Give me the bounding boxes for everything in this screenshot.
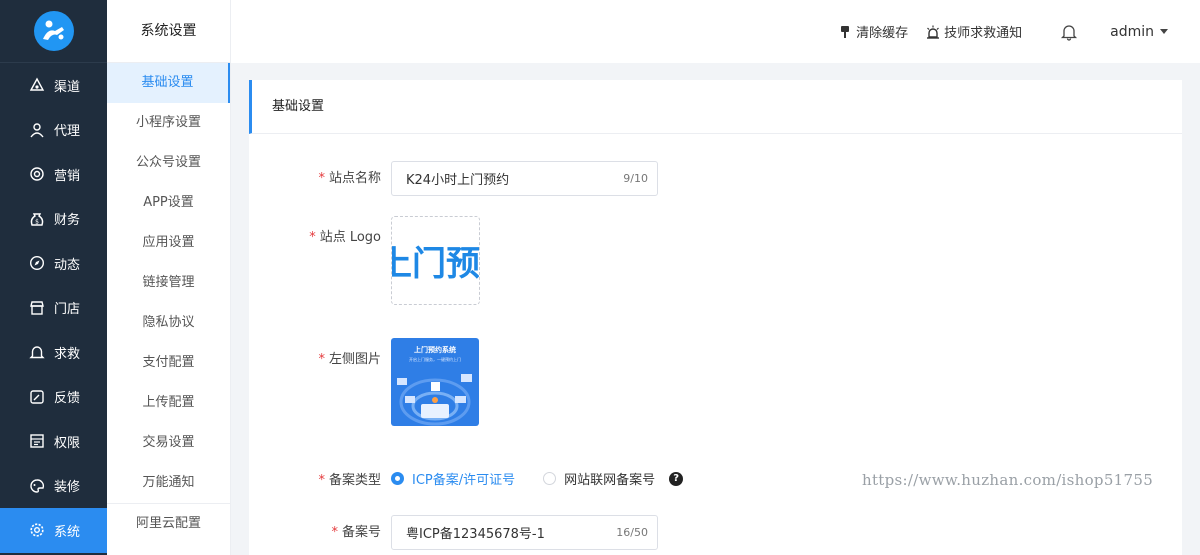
char-counter: 16/50 — [616, 526, 648, 539]
clear-cache-button[interactable]: 清除缓存 — [838, 22, 908, 41]
site-name-input[interactable]: K24小时上门预约 9/10 — [391, 161, 658, 196]
sidebar-item-label: 营销 — [54, 168, 81, 184]
subnav-item-8[interactable]: 上传配置 — [107, 383, 230, 423]
sidebar-item-8[interactable]: 权限 — [0, 419, 107, 464]
sidebar-item-label: 财务 — [54, 213, 81, 229]
alarm-icon — [926, 25, 940, 39]
sidebar-item-label: 求救 — [54, 346, 81, 362]
subnav-item-6[interactable]: 隐私协议 — [107, 303, 230, 343]
help-icon[interactable]: ? — [669, 471, 684, 486]
record-no-input[interactable]: 粤ICP备12345678号-1 16/50 — [391, 515, 658, 550]
record-type-row: * 备案类型 ICP备案/许可证号 网站联网备案号 ? — [249, 469, 684, 488]
subnav-title: 系统设置 — [107, 0, 230, 63]
subnav-item-3[interactable]: APP设置 — [107, 183, 230, 223]
sidebar-item-label: 装修 — [54, 480, 81, 496]
radio-icp[interactable]: ICP备案/许可证号 — [391, 469, 515, 488]
radio-dot — [391, 472, 404, 485]
logo-preview: 上门预 — [392, 217, 480, 304]
gear-icon — [28, 521, 46, 539]
bell-icon — [28, 343, 46, 361]
technician-alert-label: 技师求救通知 — [944, 26, 1023, 41]
chevron-down-icon — [1160, 29, 1168, 34]
permission-icon — [28, 432, 46, 450]
site-logo-row: *站点 Logo 上门预 — [249, 216, 480, 305]
sidebar-item-9[interactable]: 装修 — [0, 464, 107, 509]
store-icon — [28, 299, 46, 317]
technician-alert-button[interactable]: 技师求救通知 — [926, 22, 1022, 41]
subnav-item-10[interactable]: 万能通知 — [107, 463, 230, 503]
watermark-text: https://www.huzhan.com/ishop51755 — [862, 471, 1154, 489]
sidebar-item-label: 动态 — [54, 257, 81, 273]
char-counter: 9/10 — [623, 172, 648, 185]
logo-area — [0, 0, 107, 63]
sidebar-item-2[interactable]: 营销 — [0, 152, 107, 197]
sidebar-item-label: 代理 — [54, 124, 81, 140]
sidebar-item-label: 系统 — [54, 524, 81, 540]
left-image-preview[interactable]: 上门预约系统 开启上门服务，一键预约上门 — [391, 338, 479, 426]
image-subtitle: 开启上门服务，一键预约上门 — [409, 356, 461, 362]
card-title: 基础设置 — [249, 80, 1182, 134]
sidebar-item-0[interactable]: 渠道 — [0, 63, 107, 108]
radio-dot — [543, 472, 557, 485]
record-type-label: * 备案类型 — [318, 473, 381, 488]
subnav-item-2[interactable]: 公众号设置 — [107, 143, 230, 183]
compass-icon — [28, 254, 46, 272]
sidebar-item-5[interactable]: 门店 — [0, 286, 107, 331]
clear-cache-label: 清除缓存 — [856, 26, 909, 41]
username: admin — [1110, 23, 1154, 40]
sub-sidebar: 系统设置 基础设置 小程序设置 公众号设置 APP设置 应用设置 链接管理 隐私协议 支付配置… — [107, 0, 231, 555]
left-image-row: * 左侧图片 上门预约系统 开启上门服务，一键预约上门 — [249, 338, 479, 426]
app-logo[interactable] — [33, 11, 74, 51]
svg-text:$: $ — [35, 218, 39, 225]
sidebar-item-label: 反馈 — [54, 391, 81, 407]
logo-text: 上门预 — [392, 244, 480, 284]
main-sidebar: 渠道代理营销 $ 财务动态门店求救反馈权限装修系统 — [0, 0, 107, 555]
record-no-label: * 备案号 — [331, 525, 381, 540]
app-root: 渠道代理营销 $ 财务动态门店求救反馈权限装修系统 系统设置 基础设置 小程序设置 公众… — [0, 0, 1200, 555]
top-header: 清除缓存 技师求救通知 admin — [231, 0, 1200, 63]
subnav-item-11[interactable]: 阿里云配置 — [107, 503, 230, 543]
target-icon — [28, 165, 46, 183]
money-bag-icon: $ — [28, 210, 46, 228]
sidebar-item-1[interactable]: 代理 — [0, 108, 107, 153]
user-menu[interactable]: admin — [1110, 24, 1168, 40]
subnav-item-0[interactable]: 基础设置 — [107, 63, 230, 103]
user-icon — [28, 121, 46, 139]
subnav-item-4[interactable]: 应用设置 — [107, 223, 230, 263]
palette-icon — [28, 477, 46, 495]
subnav-item-7[interactable]: 支付配置 — [107, 343, 230, 383]
sidebar-item-10[interactable]: 系统 — [0, 508, 107, 553]
image-title: 上门预约系统 — [414, 345, 456, 354]
sidebar-item-4[interactable]: 动态 — [0, 241, 107, 286]
broom-icon — [838, 25, 852, 39]
subnav-item-9[interactable]: 交易设置 — [107, 423, 230, 463]
sidebar-item-label: 渠道 — [54, 79, 81, 95]
site-logo-label: * 站点 Logo — [309, 230, 381, 245]
sidebar-item-label: 门店 — [54, 302, 81, 318]
sidebar-item-6[interactable]: 求救 — [0, 330, 107, 375]
feedback-icon — [28, 388, 46, 406]
sidebar-item-label: 权限 — [54, 435, 81, 451]
subnav-item-5[interactable]: 链接管理 — [107, 263, 230, 303]
site-name-row: * 站点名称 K24小时上门预约 9/10 — [249, 161, 658, 196]
site-name-label: * 站点名称 — [318, 171, 381, 186]
logo-upload[interactable]: 上门预 — [391, 216, 480, 305]
sidebar-item-7[interactable]: 反馈 — [0, 375, 107, 420]
channel-icon — [28, 76, 46, 94]
notification-bell-icon[interactable] — [1060, 23, 1078, 41]
left-image-label: * 左侧图片 — [318, 352, 381, 367]
subnav-item-1[interactable]: 小程序设置 — [107, 103, 230, 143]
sidebar-item-3[interactable]: $ 财务 — [0, 197, 107, 242]
radio-public-security[interactable]: 网站联网备案号 — [543, 469, 655, 488]
record-no-row: * 备案号 粤ICP备12345678号-1 16/50 — [249, 515, 658, 550]
